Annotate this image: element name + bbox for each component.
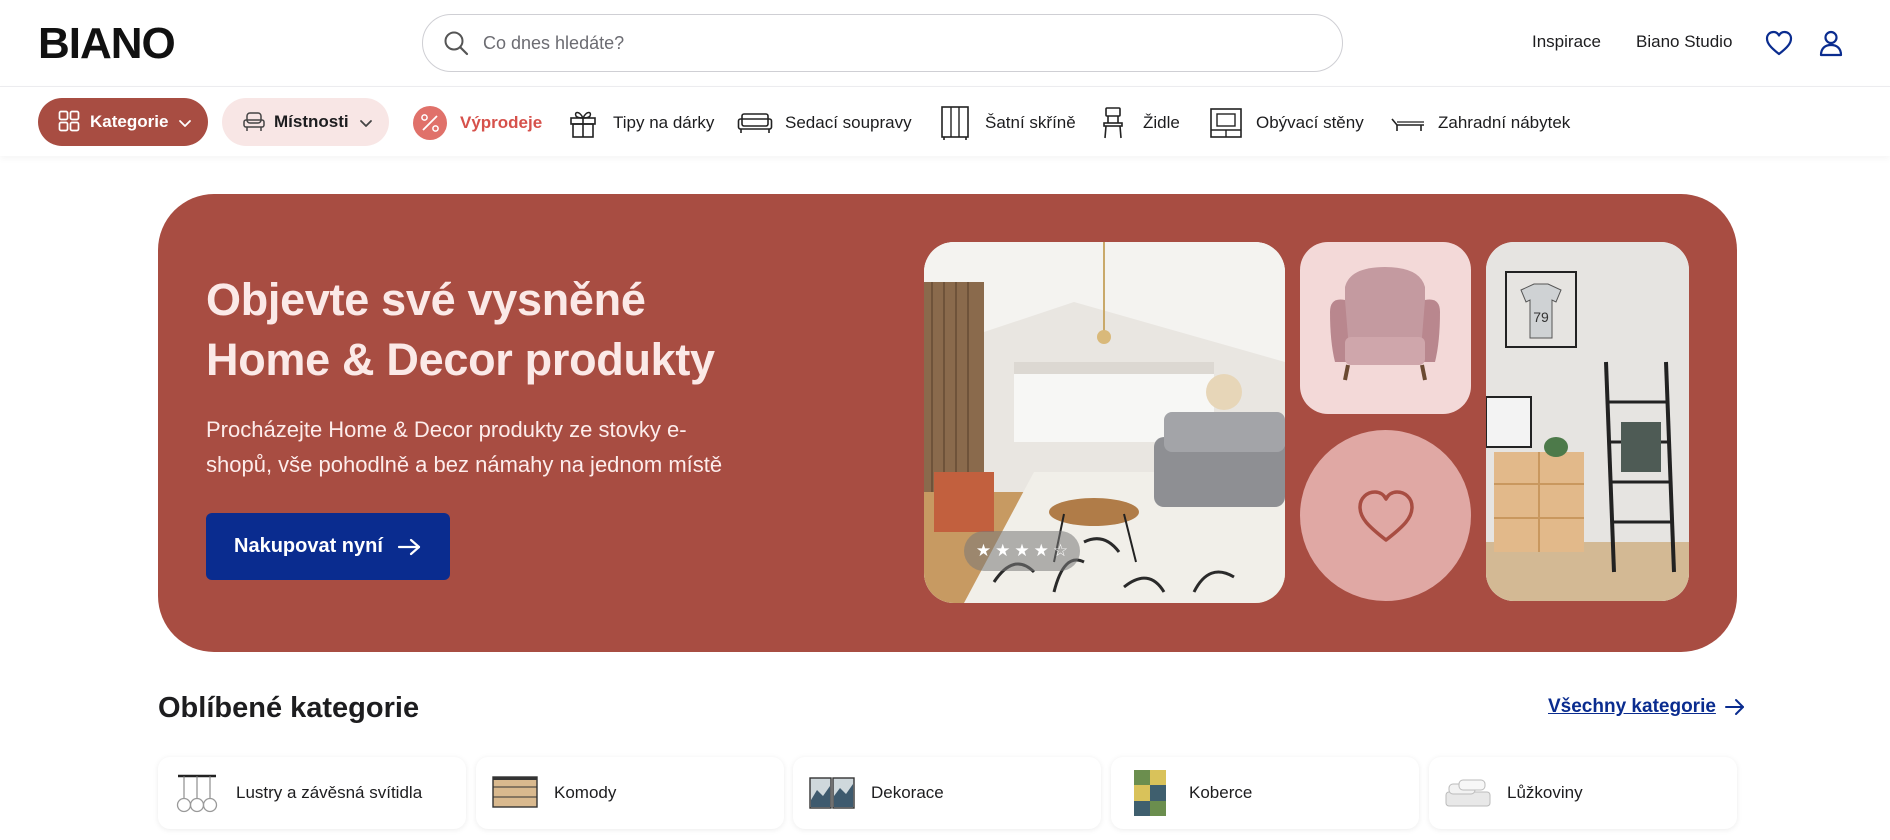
- nav-item-label: Tipy na dárky: [613, 113, 715, 132]
- rug-icon: [1127, 770, 1173, 816]
- all-categories-link[interactable]: Všechny kategorie: [1548, 696, 1746, 718]
- armchair-image: [1300, 242, 1471, 414]
- nav-item-zidle[interactable]: Židle: [1095, 105, 1180, 141]
- category-label: Komody: [554, 783, 617, 802]
- wall-art-icon: [809, 770, 855, 816]
- nav-item-zahradni-nabytek[interactable]: Zahradní nábytek: [1390, 105, 1570, 141]
- category-navbar: Kategorie Místnosti Výprodeje Tipy na dá…: [0, 86, 1890, 156]
- gift-icon: [565, 105, 601, 141]
- chevron-down-icon: [178, 115, 192, 129]
- nav-item-obyvaci-steny[interactable]: Obývací stěny: [1208, 105, 1364, 141]
- category-card-dekorace[interactable]: Dekorace: [793, 757, 1101, 829]
- search-bar[interactable]: [422, 14, 1343, 72]
- star-icon: ★: [1033, 541, 1049, 560]
- shelf-image: 79: [1486, 242, 1689, 601]
- nav-item-tipy-na-darky[interactable]: Tipy na dárky: [565, 105, 714, 141]
- living-room-image: ★ ★ ★ ★ ☆: [924, 242, 1285, 603]
- star-icon: ★: [975, 541, 992, 560]
- hero-title-line-1: Objevte své vysněné: [206, 274, 646, 325]
- kategorie-dropdown[interactable]: Kategorie: [38, 98, 208, 146]
- biano-logo[interactable]: BIANO: [38, 22, 176, 66]
- hero-title-line-2: Home & Decor produkty: [206, 334, 715, 385]
- header: BIANO Inspirace Biano Studio: [0, 0, 1890, 86]
- hero-subtitle: Procházejte Home & Decor produkty ze sto…: [206, 417, 723, 477]
- armchair-icon: [242, 110, 266, 134]
- hero-title: Objevte své vysněné Home & Decor produkt…: [206, 270, 906, 390]
- category-card-luzkoviny[interactable]: Lůžkoviny: [1429, 757, 1737, 829]
- inspirace-link[interactable]: Inspirace: [1532, 32, 1601, 52]
- shop-now-button[interactable]: Nakupovat nyní: [206, 513, 450, 580]
- nav-item-sedaci-soupravy[interactable]: Sedací soupravy: [737, 105, 912, 141]
- nav-item-label: Obývací stěny: [1256, 113, 1364, 132]
- search-input[interactable]: [483, 32, 1303, 54]
- svg-text:79: 79: [1533, 309, 1549, 325]
- lounger-icon: [1390, 105, 1426, 141]
- biano-studio-link[interactable]: Biano Studio: [1636, 32, 1732, 52]
- popular-categories-title: Oblíbené kategorie: [158, 692, 420, 724]
- category-card-lustry[interactable]: Lustry a závěsná svítidla: [158, 757, 466, 829]
- grid-icon: [58, 110, 82, 134]
- chair-icon: [1095, 105, 1131, 141]
- chandelier-icon: [174, 770, 220, 816]
- shop-now-label: Nakupovat nyní: [234, 535, 383, 557]
- nav-item-label: Sedací soupravy: [785, 113, 912, 132]
- dresser-icon: [492, 770, 538, 816]
- kategorie-label: Kategorie: [90, 112, 169, 131]
- nav-item-label: Zahradní nábytek: [1438, 113, 1571, 132]
- arrow-right-icon: [1724, 699, 1744, 715]
- star-empty-icon: ☆: [1052, 541, 1069, 560]
- all-categories-label: Všechny kategorie: [1548, 696, 1716, 717]
- category-card-komody[interactable]: Komody: [476, 757, 784, 829]
- heart-icon[interactable]: [1764, 28, 1794, 58]
- nav-item-label: Šatní skříně: [985, 113, 1076, 132]
- arrow-right-icon: [397, 537, 423, 557]
- percent-icon: [412, 105, 448, 141]
- sofa-icon: [737, 105, 773, 141]
- category-label: Koberce: [1189, 783, 1253, 802]
- wardrobe-icon: [937, 105, 973, 141]
- category-card-koberce[interactable]: Koberce: [1111, 757, 1419, 829]
- category-label: Lůžkoviny: [1507, 783, 1583, 802]
- heart-icon: [1300, 430, 1471, 601]
- mistnosti-dropdown[interactable]: Místnosti: [222, 98, 389, 146]
- mistnosti-label: Místnosti: [274, 112, 349, 131]
- nav-item-label: Židle: [1143, 113, 1180, 132]
- bedding-icon: [1445, 770, 1491, 816]
- chevron-down-icon: [359, 115, 373, 129]
- nav-item-satni-skrine[interactable]: Šatní skříně: [937, 105, 1076, 141]
- category-label: Lustry a závěsná svítidla: [236, 783, 423, 802]
- category-label: Dekorace: [871, 783, 944, 802]
- nav-item-vyprodeje[interactable]: Výprodeje: [412, 105, 542, 141]
- hero-banner: Objevte své vysněné Home & Decor produkt…: [158, 194, 1737, 652]
- star-icon: ★: [995, 541, 1011, 560]
- tv-wall-icon: [1208, 105, 1244, 141]
- star-icon: ★: [1014, 541, 1030, 560]
- rating-stars: ★ ★ ★ ★ ☆: [964, 531, 1080, 571]
- nav-item-label: Výprodeje: [460, 113, 543, 132]
- search-icon: [441, 28, 471, 58]
- user-icon[interactable]: [1816, 28, 1846, 58]
